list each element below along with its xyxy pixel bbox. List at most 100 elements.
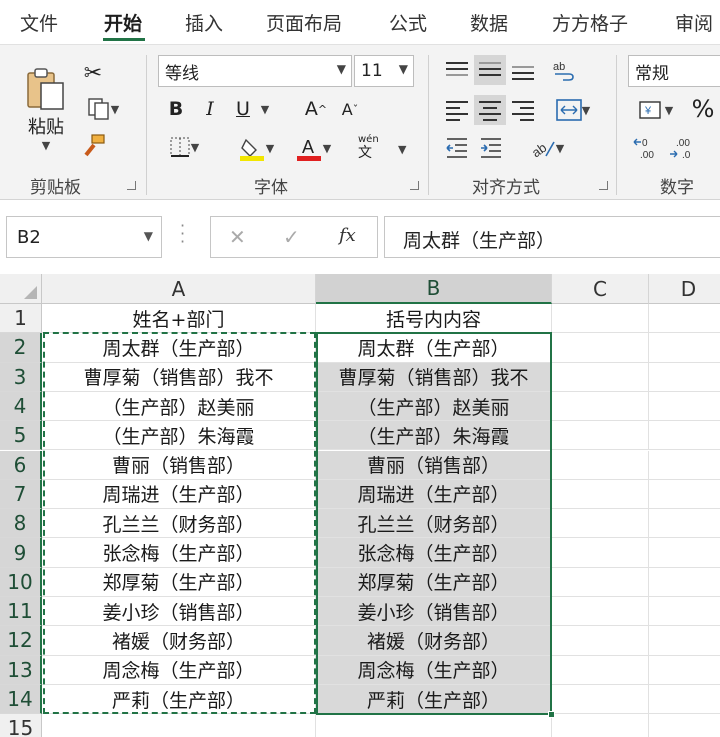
align-center-button[interactable] (474, 95, 506, 125)
cell-d[interactable] (649, 656, 720, 685)
cell-b[interactable]: 严莉（生产部） (316, 684, 552, 715)
tab-home[interactable]: 开始 (104, 9, 142, 36)
font-name-combo[interactable]: 等线 ▼ (158, 55, 352, 87)
cell-a[interactable] (42, 714, 316, 737)
chevron-down-icon[interactable]: ▼ (398, 143, 406, 156)
cell-c[interactable] (552, 362, 649, 392)
column-header-c[interactable]: C (552, 274, 649, 304)
cell-a[interactable]: 曹厚菊（销售部）我不 (42, 362, 316, 392)
cell-c[interactable] (552, 304, 649, 334)
decrease-font-size-button[interactable]: Aˇ (336, 95, 364, 123)
decrease-indent-button[interactable] (442, 133, 472, 163)
chevron-down-icon[interactable]: ▼ (144, 229, 153, 243)
formula-bar-grip-icon[interactable]: · · · (180, 218, 185, 250)
row-header[interactable]: 5 (0, 421, 42, 451)
accounting-format-button[interactable]: ¥ ▼ (630, 95, 682, 125)
row-header[interactable]: 7 (0, 479, 42, 510)
cell-a[interactable]: 褚媛（财务部） (42, 626, 316, 656)
align-left-button[interactable] (442, 95, 472, 125)
row-header[interactable]: 10 (0, 567, 42, 597)
increase-indent-button[interactable] (476, 133, 506, 163)
tab-file[interactable]: 文件 (20, 9, 58, 36)
cell-c[interactable] (552, 597, 649, 627)
column-header-a[interactable]: A (42, 274, 316, 304)
cell-c[interactable] (552, 538, 649, 568)
cell-d[interactable] (649, 363, 720, 392)
cell-c[interactable] (552, 684, 649, 715)
cell-b[interactable]: 郑厚菊（生产部） (316, 567, 552, 597)
row-header[interactable]: 15 (0, 714, 42, 737)
cut-button[interactable]: ✂ (80, 59, 106, 87)
cell-a[interactable]: 周太群（生产部） (42, 333, 316, 363)
select-all-button[interactable] (0, 274, 42, 304)
cell-c[interactable] (552, 391, 649, 422)
cell-c[interactable] (552, 450, 649, 480)
row-header[interactable]: 9 (0, 538, 42, 568)
copy-dropdown-caret[interactable]: ▼ (111, 103, 119, 116)
row-header[interactable]: 14 (0, 684, 42, 715)
cell-a[interactable]: 严莉（生产部） (42, 684, 316, 715)
row-header[interactable]: 3 (0, 362, 42, 392)
fill-handle[interactable] (548, 711, 555, 718)
fill-color-button[interactable]: ▼ (230, 133, 282, 163)
cell-c[interactable] (552, 421, 649, 451)
cell-d[interactable] (649, 451, 720, 480)
increase-decimal-button[interactable]: 0 .00 (630, 133, 662, 163)
cell-c[interactable] (552, 655, 649, 685)
cell-d[interactable] (649, 714, 720, 737)
cell-b[interactable]: 曹丽（销售部） (316, 450, 552, 480)
cell-c[interactable] (552, 626, 649, 656)
cell-b[interactable]: 括号内内容 (316, 304, 552, 334)
cell-c[interactable] (552, 509, 649, 539)
alignment-launcher-icon[interactable] (599, 181, 608, 190)
text-orientation-button[interactable]: ab ▼ (522, 133, 572, 163)
bold-button[interactable]: B (164, 95, 188, 123)
row-header[interactable]: 8 (0, 509, 42, 539)
number-format-combo[interactable]: 常规 (628, 55, 720, 87)
cell-b[interactable]: 周念梅（生产部） (316, 655, 552, 685)
cell-c[interactable] (552, 567, 649, 597)
tab-data[interactable]: 数据 (470, 9, 508, 36)
column-header-b[interactable]: B (316, 274, 552, 304)
copy-button[interactable]: ▼ (78, 95, 128, 123)
cancel-icon[interactable]: ✕ (229, 225, 246, 249)
row-header[interactable]: 1 (0, 304, 42, 334)
cell-b[interactable] (316, 714, 552, 737)
cell-d[interactable] (649, 538, 720, 568)
cell-a[interactable]: 曹丽（销售部） (42, 450, 316, 480)
row-header[interactable]: 2 (0, 333, 42, 363)
cell-d[interactable] (649, 568, 720, 597)
font-color-button[interactable]: A ▼ (288, 133, 338, 163)
decrease-decimal-button[interactable]: .00 .0 (666, 133, 698, 163)
percent-style-button[interactable]: % (688, 93, 718, 125)
top-align-button[interactable] (442, 55, 472, 85)
cell-c[interactable] (552, 714, 649, 737)
tab-page-layout[interactable]: 页面布局 (266, 9, 342, 36)
middle-align-button[interactable] (474, 55, 506, 85)
tab-review[interactable]: 审阅 (675, 9, 713, 36)
underline-dropdown[interactable]: ▼ (258, 95, 272, 123)
format-painter-button[interactable] (80, 131, 108, 159)
cell-b[interactable]: 姜小珍（销售部） (316, 597, 552, 627)
cell-b[interactable]: 周瑞进（生产部） (316, 479, 552, 510)
cell-a[interactable]: 张念梅（生产部） (42, 538, 316, 568)
cell-b[interactable]: 褚媛（财务部） (316, 626, 552, 656)
cell-b[interactable]: 曹厚菊（销售部）我不 (316, 362, 552, 392)
cell-b[interactable]: 孔兰兰（财务部） (316, 509, 552, 539)
cell-c[interactable] (552, 479, 649, 510)
enter-icon[interactable]: ✓ (283, 225, 300, 249)
font-launcher-icon[interactable] (410, 181, 419, 190)
cell-d[interactable] (649, 626, 720, 656)
cell-a[interactable]: 郑厚菊（生产部） (42, 567, 316, 597)
italic-button[interactable]: I (198, 95, 222, 123)
name-box[interactable]: B2 ▼ (6, 216, 162, 258)
insert-function-button[interactable]: fx (339, 225, 356, 246)
bottom-align-button[interactable] (508, 55, 538, 85)
cell-a[interactable]: 周念梅（生产部） (42, 655, 316, 685)
row-header[interactable]: 11 (0, 597, 42, 627)
increase-font-size-button[interactable]: A ^ (302, 95, 330, 123)
cell-d[interactable] (649, 480, 720, 510)
cell-a[interactable]: 孔兰兰（财务部） (42, 509, 316, 539)
column-header-d[interactable]: D (649, 274, 720, 304)
paste-dropdown-caret[interactable]: ▼ (42, 139, 50, 152)
